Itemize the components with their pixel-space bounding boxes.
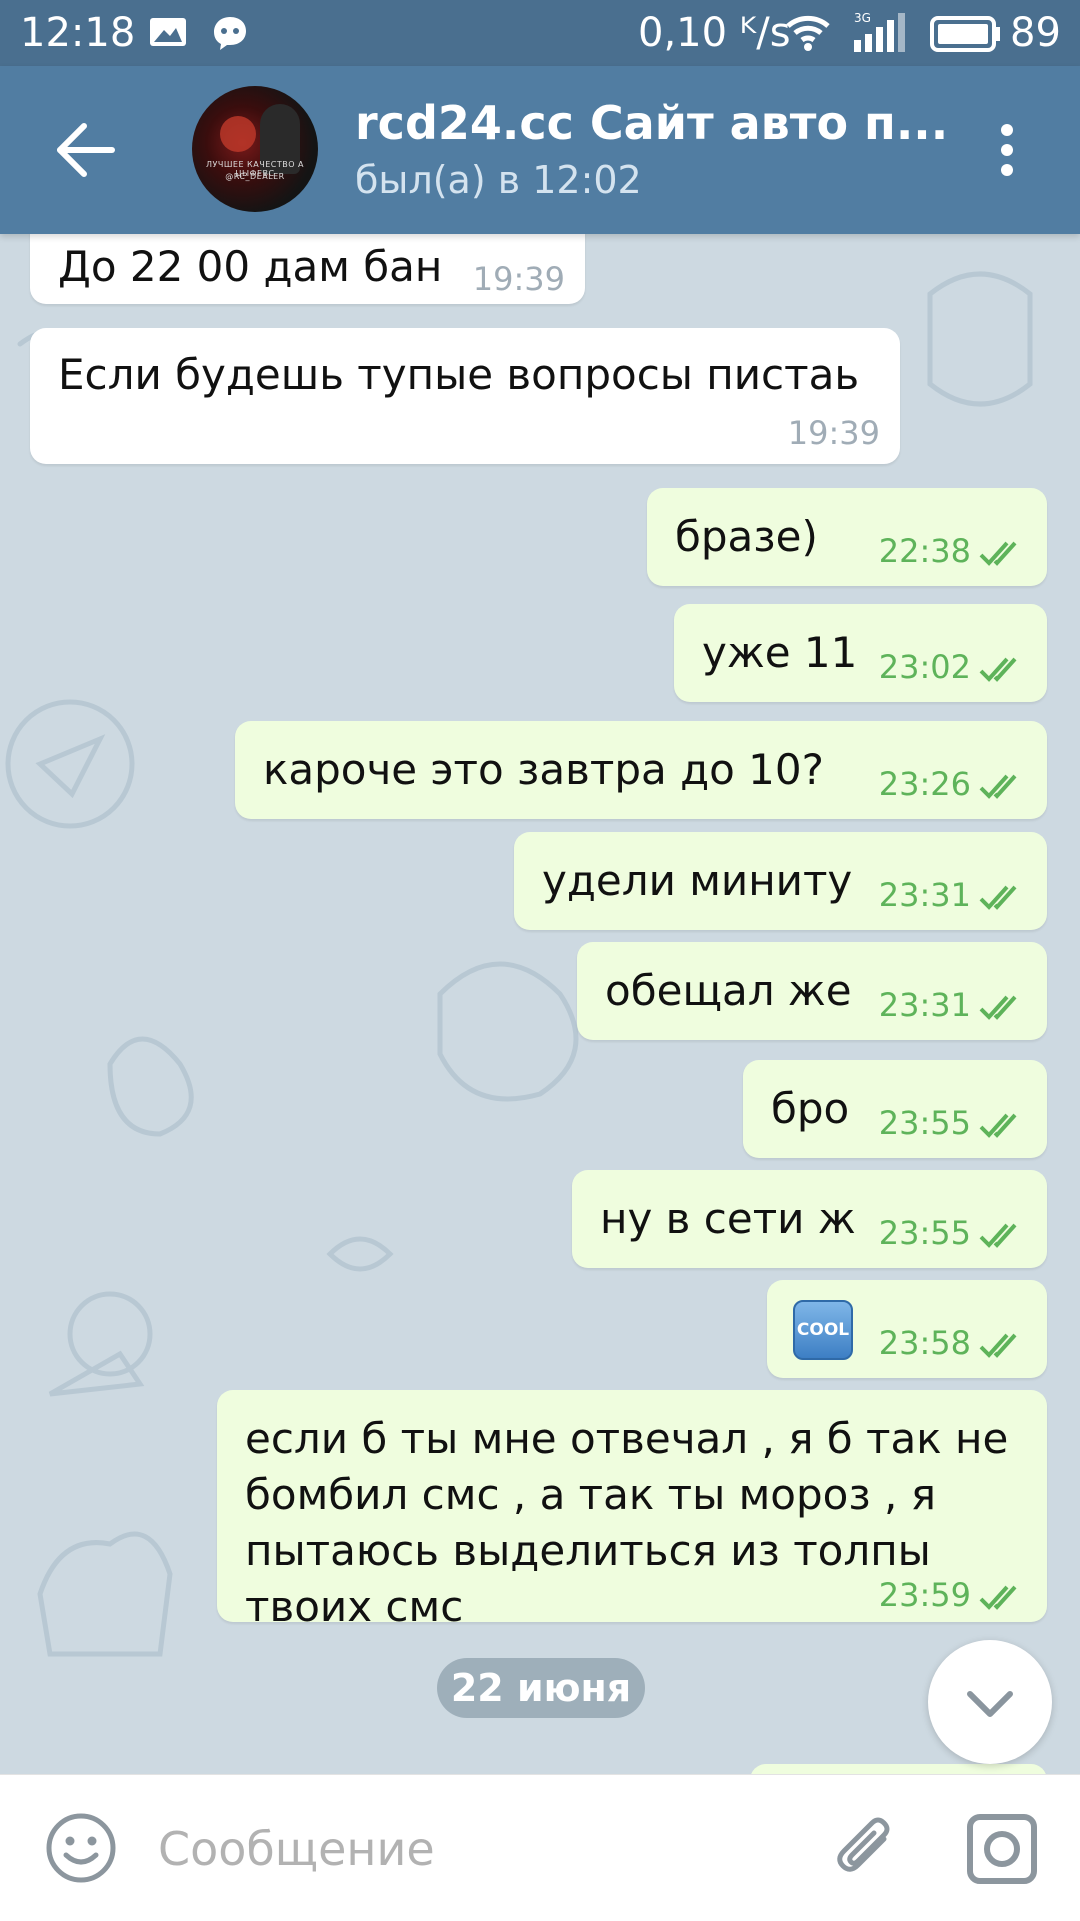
message-meta: 23:31 <box>879 876 1027 914</box>
status-bar: 12:18 0,10 ᴷ/s 3G 89 <box>0 0 1080 66</box>
date-divider: 22 июня <box>437 1658 645 1718</box>
message-text: ну в сети ж <box>600 1194 856 1243</box>
message-bubble-outgoing[interactable]: COOL 23:58 <box>767 1280 1047 1378</box>
chat-area[interactable]: До 22 00 дам бан 19:39 Если будешь тупые… <box>0 234 1080 1774</box>
message-time: 23:02 <box>878 648 971 686</box>
message-time: 23:59 <box>878 1576 971 1614</box>
double-check-icon <box>979 657 1017 682</box>
message-text: удели миниту <box>542 856 853 905</box>
signal-icon: 3G <box>854 11 905 52</box>
message-meta: 23:02 <box>879 648 1027 686</box>
message-meta: 23:26 <box>879 765 1027 803</box>
double-check-icon <box>979 774 1017 799</box>
message-time: 23:31 <box>878 986 971 1024</box>
last-seen-status: был(а) в 12:02 <box>355 158 642 202</box>
double-check-icon <box>979 541 1017 566</box>
message-line: если б ты мне отвечал , я б так не <box>245 1414 1009 1463</box>
message-time: 19:39 <box>472 260 565 298</box>
message-bubble-outgoing-partial[interactable] <box>750 1764 1047 1774</box>
message-line: пытаюсь выделиться из толпы <box>245 1526 931 1575</box>
camera-icon[interactable] <box>962 1809 1042 1889</box>
message-bubble-outgoing[interactable]: удели миниту 23:31 <box>514 832 1047 930</box>
scroll-down-button[interactable] <box>928 1640 1052 1764</box>
message-meta: 23:55 <box>879 1214 1027 1252</box>
message-bubble-outgoing[interactable]: уже 11 23:02 <box>674 604 1047 702</box>
message-bubble-outgoing[interactable]: кароче это завтра до 10? 23:26 <box>235 721 1047 819</box>
network-speed: 0,10 ᴷ/s <box>638 10 791 56</box>
avatar-handle: @RC_DEALER <box>225 172 285 181</box>
message-time: 19:39 <box>787 414 880 452</box>
double-check-icon <box>979 1585 1017 1610</box>
message-bubble-outgoing[interactable]: обещал же 23:31 <box>577 942 1047 1040</box>
message-time: 23:58 <box>878 1324 971 1362</box>
double-check-icon <box>979 1113 1017 1138</box>
message-meta: 23:59 <box>879 1576 1027 1614</box>
message-line: твоих смс <box>245 1582 464 1631</box>
chat-header: ЛУЧШЕЕ КАЧЕСТВО А ЦЫФЕВС @RC_DEALER rcd2… <box>0 66 1080 234</box>
image-notification-icon <box>150 18 186 46</box>
message-time: 23:55 <box>878 1104 971 1142</box>
battery-icon <box>930 16 1000 52</box>
chat-notification-icon <box>214 17 246 50</box>
message-text: Если будешь тупые вопросы пистаь <box>58 350 860 399</box>
wifi-icon <box>786 15 830 51</box>
message-bubble-outgoing[interactable]: если б ты мне отвечал , я б так не бомби… <box>217 1390 1047 1631</box>
double-check-icon <box>979 1333 1017 1358</box>
cool-emoji: COOL <box>793 1300 853 1360</box>
emoji-icon[interactable] <box>44 1811 118 1885</box>
avatar[interactable]: ЛУЧШЕЕ КАЧЕСТВО А ЦЫФЕВС @RC_DEALER <box>192 86 318 212</box>
message-text: уже 11 <box>702 628 858 677</box>
message-time: 23:55 <box>878 1214 971 1252</box>
message-bubble-outgoing[interactable]: бро 23:55 <box>743 1060 1047 1158</box>
message-time: 23:26 <box>878 765 971 803</box>
message-bubble-outgoing[interactable]: бразе) 22:38 <box>647 488 1047 586</box>
attach-icon[interactable] <box>826 1809 906 1889</box>
double-check-icon <box>979 995 1017 1020</box>
message-bubble-incoming[interactable]: Если будешь тупые вопросы пистаь 19:39 <box>30 328 900 464</box>
message-composer <box>0 1774 1080 1921</box>
message-bubble-outgoing[interactable]: ну в сети ж 23:55 <box>572 1170 1047 1268</box>
message-time: 22:38 <box>878 532 971 570</box>
message-text: бро <box>771 1084 850 1133</box>
message-meta: 22:38 <box>879 532 1027 570</box>
message-meta: 23:58 <box>879 1324 1027 1362</box>
double-check-icon <box>979 1223 1017 1248</box>
message-line: бомбил смс , а так ты мороз , я <box>245 1470 936 1519</box>
chat-title[interactable]: rcd24.cc Сайт авто п... <box>355 96 955 150</box>
message-text: бразе) <box>675 512 818 561</box>
chevron-down-icon <box>967 1691 1013 1717</box>
back-arrow-icon[interactable] <box>50 118 120 182</box>
message-text: обещал же <box>605 966 852 1015</box>
message-text: До 22 00 дам бан <box>58 242 443 291</box>
message-text: кароче это завтра до 10? <box>263 745 824 794</box>
status-time: 12:18 <box>20 10 136 56</box>
svg-text:3G: 3G <box>854 11 871 25</box>
message-bubble-incoming[interactable]: До 22 00 дам бан 19:39 <box>30 234 585 304</box>
message-input[interactable] <box>156 1815 780 1883</box>
message-meta: 23:31 <box>879 986 1027 1024</box>
battery-percent: 89 <box>1010 10 1061 56</box>
message-meta: 23:55 <box>879 1104 1027 1142</box>
more-vert-icon[interactable] <box>985 118 1029 182</box>
double-check-icon <box>979 885 1017 910</box>
message-time: 23:31 <box>878 876 971 914</box>
